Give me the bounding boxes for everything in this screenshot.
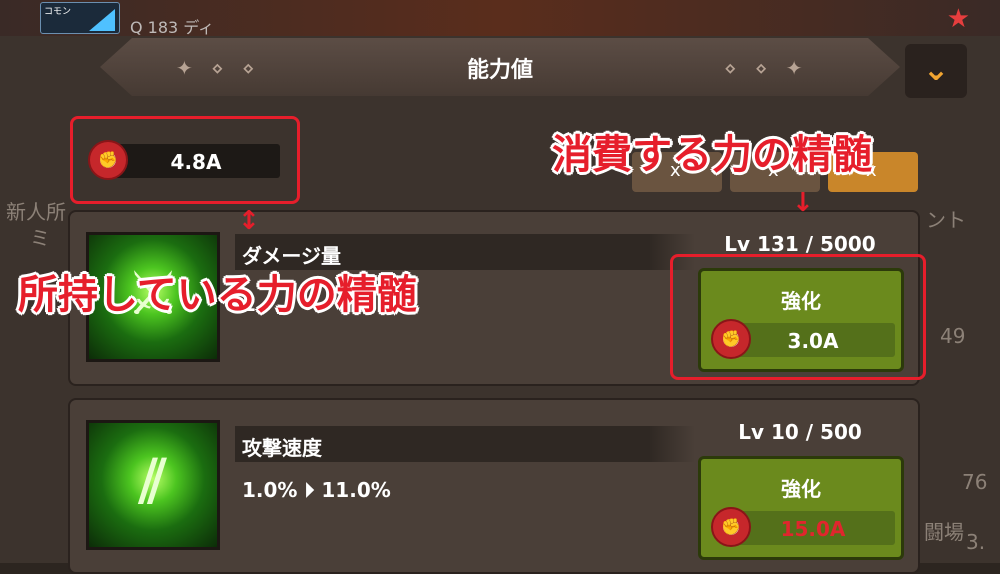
skill-row-attack-speed: ⫽ 攻撃速度 1.0% ⏵ 11.0% Lv 10 / 500 強化 ✊ 15.… <box>68 398 920 574</box>
annotation-consume: 消費する力の精髄 <box>552 132 872 178</box>
rank-label: コモン <box>44 7 72 17</box>
rank-icon <box>89 9 115 31</box>
upgrade-button[interactable]: 強化 ✊ 15.0A <box>698 456 904 560</box>
rank-chip[interactable]: コモン <box>40 2 120 34</box>
collapse-button[interactable]: ⌄ <box>905 44 967 98</box>
skill-level: Lv 131 / 5000 <box>724 232 876 256</box>
skill-desc: 1.0% ⏵ 11.0% <box>242 478 391 502</box>
skill-name: 攻撃速度 <box>242 436 322 460</box>
chevron-down-icon: ⌄ <box>922 50 950 88</box>
cost-highlight <box>670 254 926 380</box>
panel-header: ✦ ⋄ ⋄ ⋄ ⋄ ✦ 能力値 <box>0 38 1000 96</box>
panel-title: 能力値 <box>466 58 533 83</box>
upgrade-cost-insufficient: 15.0A <box>780 517 846 541</box>
star-icon: ★ <box>946 4 970 34</box>
side-text: 闘場 <box>924 520 964 544</box>
side-text: 76 <box>962 470 988 494</box>
side-text: ミ <box>30 226 50 250</box>
annotation-held: 所持している力の精髄 <box>18 272 417 318</box>
side-text: ント <box>926 208 966 232</box>
side-text: 49 <box>940 324 966 348</box>
upgrade-label: 強化 <box>781 477 821 501</box>
held-essence-highlight <box>70 116 300 204</box>
claw-slash-icon: ⫽ <box>86 420 220 550</box>
side-text: 新人所 <box>6 200 66 224</box>
skill-level: Lv 10 / 500 <box>738 420 862 444</box>
side-text: 3. <box>966 530 986 554</box>
top-partial-text: Q 183 ディ <box>130 18 215 37</box>
arrow-down-icon: ↓ <box>792 188 814 218</box>
arrow-up-icon: ↕ <box>238 206 260 236</box>
